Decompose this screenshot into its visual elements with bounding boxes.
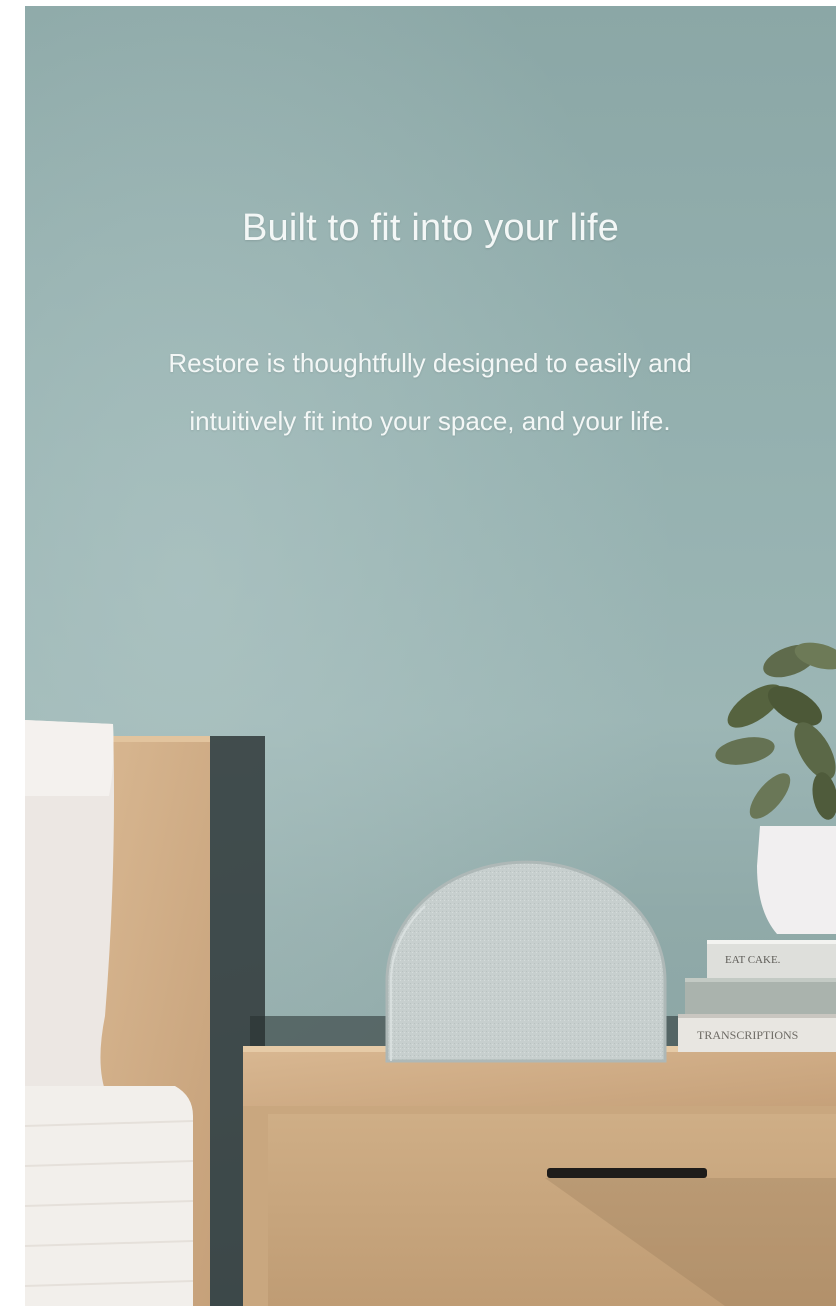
- hero-subcopy: Restore is thoughtfully designed to easi…: [168, 348, 692, 436]
- bedroom-illustration: TRANSCRIPTIONS EAT CAKE.: [25, 6, 836, 1306]
- page: TRANSCRIPTIONS EAT CAKE. Built to fit in…: [0, 0, 836, 1306]
- plant-pot: [757, 826, 836, 934]
- drawer-handle: [547, 1168, 707, 1178]
- bed-sheet: [25, 1086, 193, 1306]
- hero-headline: Built to fit into your life: [241, 207, 620, 249]
- bedroom-scene: TRANSCRIPTIONS EAT CAKE. Built to fit in…: [25, 6, 836, 1306]
- svg-text:EAT CAKE.: EAT CAKE.: [725, 954, 781, 966]
- svg-text:TRANSCRIPTIONS: TRANSCRIPTIONS: [697, 1028, 798, 1042]
